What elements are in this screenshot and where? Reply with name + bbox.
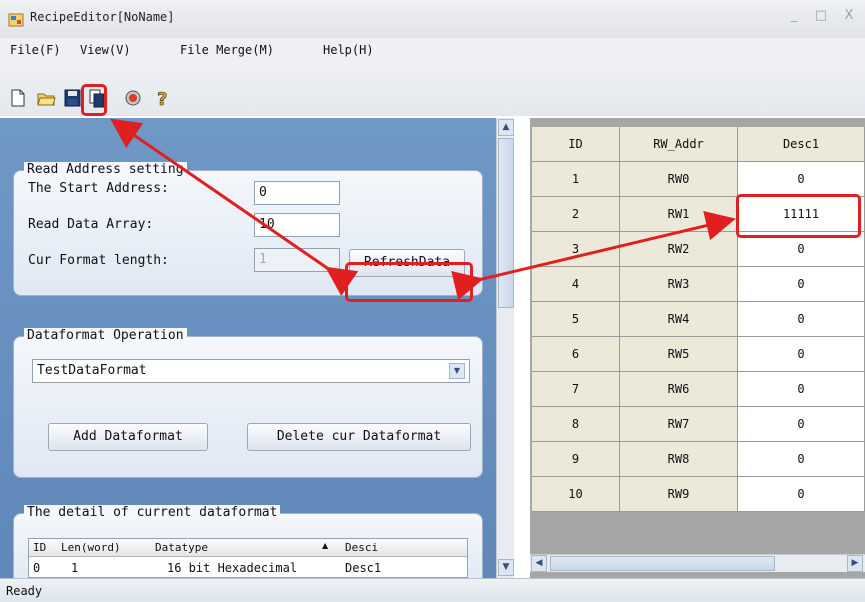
detail-col-desci[interactable]: Desci	[345, 541, 378, 554]
grid-cell-id[interactable]: 8	[532, 407, 620, 442]
svg-text:?: ?	[157, 89, 167, 109]
minimize-button[interactable]: _	[785, 8, 803, 23]
menu-file[interactable]: File(F)	[10, 43, 61, 57]
start-address-input[interactable]: 0	[254, 181, 340, 205]
hscroll-thumb[interactable]	[550, 556, 775, 571]
dropdown-arrow-icon[interactable]: ▼	[449, 363, 465, 379]
grid-cell-id[interactable]: 5	[532, 302, 620, 337]
grid-cell-rwaddr[interactable]: RW0	[620, 162, 738, 197]
grid-cell-desc1[interactable]: 0	[738, 477, 865, 512]
dataformat-group: Dataformat Operation TestDataFormat ▼ Ad…	[13, 328, 483, 478]
app-icon	[8, 13, 24, 27]
detail-cell: 0	[33, 561, 41, 575]
grid-cell-id[interactable]: 10	[532, 477, 620, 512]
grid-cell-id[interactable]: 2	[532, 197, 620, 232]
grid-cell-desc1[interactable]: 0	[738, 407, 865, 442]
read-data-array-input[interactable]: 10	[254, 213, 340, 237]
vertical-scrollbar[interactable]: ▲ ▼	[496, 118, 514, 578]
scroll-thumb[interactable]	[498, 138, 514, 308]
toolbar: ?	[0, 62, 865, 116]
table-row[interactable]: 0 1 16 bit Hexadecimal Desc1	[29, 559, 467, 577]
grid-cell-desc1[interactable]: 0	[738, 442, 865, 477]
menu-view[interactable]: View(V)	[80, 43, 131, 57]
grid-cell-desc1[interactable]: 0	[738, 267, 865, 302]
grid-cell-rwaddr[interactable]: RW3	[620, 267, 738, 302]
open-folder-icon[interactable]	[36, 87, 56, 109]
title-bar: RecipeEditor[NoName] _ □ X	[0, 0, 865, 38]
save-icon[interactable]	[62, 87, 82, 109]
settings-panel: Read Address setting The Start Address: …	[0, 118, 496, 578]
format-length-label: Cur Format length:	[28, 253, 169, 268]
read-data-array-label: Read Data Array:	[28, 217, 154, 232]
annotation-refresh-highlight	[345, 262, 473, 302]
detail-col-len[interactable]: Len(word)	[61, 541, 121, 554]
grid-cell-rwaddr[interactable]: RW9	[620, 477, 738, 512]
grid-cell-desc1[interactable]: 0	[738, 337, 865, 372]
detail-cell: 16 bit Hexadecimal	[167, 561, 298, 575]
detail-group: The detail of current dataformat ID Len(…	[13, 505, 483, 578]
grid-cell-id[interactable]: 7	[532, 372, 620, 407]
status-text: Ready	[6, 584, 43, 598]
grid-cell-id[interactable]: 4	[532, 267, 620, 302]
scroll-right-icon[interactable]: ▶	[847, 555, 863, 572]
detail-header: ID Len(word) Datatype ▲ Desci	[29, 539, 467, 557]
new-file-icon[interactable]	[8, 87, 28, 109]
maximize-button[interactable]: □	[812, 8, 830, 23]
grid-cell-rwaddr[interactable]: RW8	[620, 442, 738, 477]
start-address-label: The Start Address:	[28, 181, 169, 196]
status-bar: Ready	[0, 578, 865, 602]
help-icon[interactable]: ?	[152, 87, 172, 109]
grid-header-id[interactable]: ID	[532, 127, 620, 162]
grid-cell-id[interactable]: 6	[532, 337, 620, 372]
grid-header-rwaddr[interactable]: RW_Addr	[620, 127, 738, 162]
delete-dataformat-button[interactable]: Delete cur Dataformat	[247, 423, 471, 451]
scroll-up-icon[interactable]: ▲	[498, 119, 514, 136]
annotation-save-highlight	[81, 84, 107, 116]
grid-cell-desc1[interactable]: 0	[738, 302, 865, 337]
menu-file-merge[interactable]: File Merge(M)	[180, 43, 274, 57]
dataformat-selected: TestDataFormat	[37, 363, 147, 378]
detail-title: The detail of current dataformat	[24, 505, 281, 520]
grid-cell-rwaddr[interactable]: RW5	[620, 337, 738, 372]
grid-header-desc1[interactable]: Desc1	[738, 127, 865, 162]
grid-cell-id[interactable]: 1	[532, 162, 620, 197]
grid-cell-rwaddr[interactable]: RW4	[620, 302, 738, 337]
annotation-cell-highlight	[736, 194, 861, 238]
grid-cell-id[interactable]: 9	[532, 442, 620, 477]
scroll-left-icon[interactable]: ◀	[531, 555, 547, 572]
grid-cell-id[interactable]: 3	[532, 232, 620, 267]
sort-up-icon: ▲	[322, 541, 329, 550]
window-title: RecipeEditor[NoName]	[30, 10, 175, 24]
format-length-input: 1	[254, 248, 340, 272]
detail-table: ID Len(word) Datatype ▲ Desci 0 1 16 bit…	[28, 538, 468, 578]
record-icon[interactable]	[123, 87, 143, 109]
grid-cell-desc1[interactable]: 0	[738, 162, 865, 197]
detail-col-datatype[interactable]: Datatype	[155, 541, 208, 554]
grid-cell-rwaddr[interactable]: RW2	[620, 232, 738, 267]
detail-cell: Desc1	[345, 561, 382, 575]
menu-bar: File(F) View(V) File Merge(M) Help(H)	[0, 38, 865, 62]
grid-cell-rwaddr[interactable]: RW7	[620, 407, 738, 442]
dataformat-title: Dataformat Operation	[24, 328, 187, 343]
menu-help[interactable]: Help(H)	[323, 43, 374, 57]
add-dataformat-button[interactable]: Add Dataformat	[48, 423, 208, 451]
scroll-down-icon[interactable]: ▼	[498, 559, 514, 576]
grid-cell-rwaddr[interactable]: RW6	[620, 372, 738, 407]
grid-cell-desc1[interactable]: 0	[738, 372, 865, 407]
detail-cell: 1	[71, 561, 79, 575]
read-address-title: Read Address setting	[24, 162, 187, 177]
dataformat-select[interactable]: TestDataFormat ▼	[32, 359, 470, 383]
grid-cell-rwaddr[interactable]: RW1	[620, 197, 738, 232]
close-button[interactable]: X	[840, 8, 858, 23]
detail-col-id[interactable]: ID	[33, 541, 46, 554]
horizontal-scrollbar[interactable]: ◀ ▶	[530, 554, 865, 572]
